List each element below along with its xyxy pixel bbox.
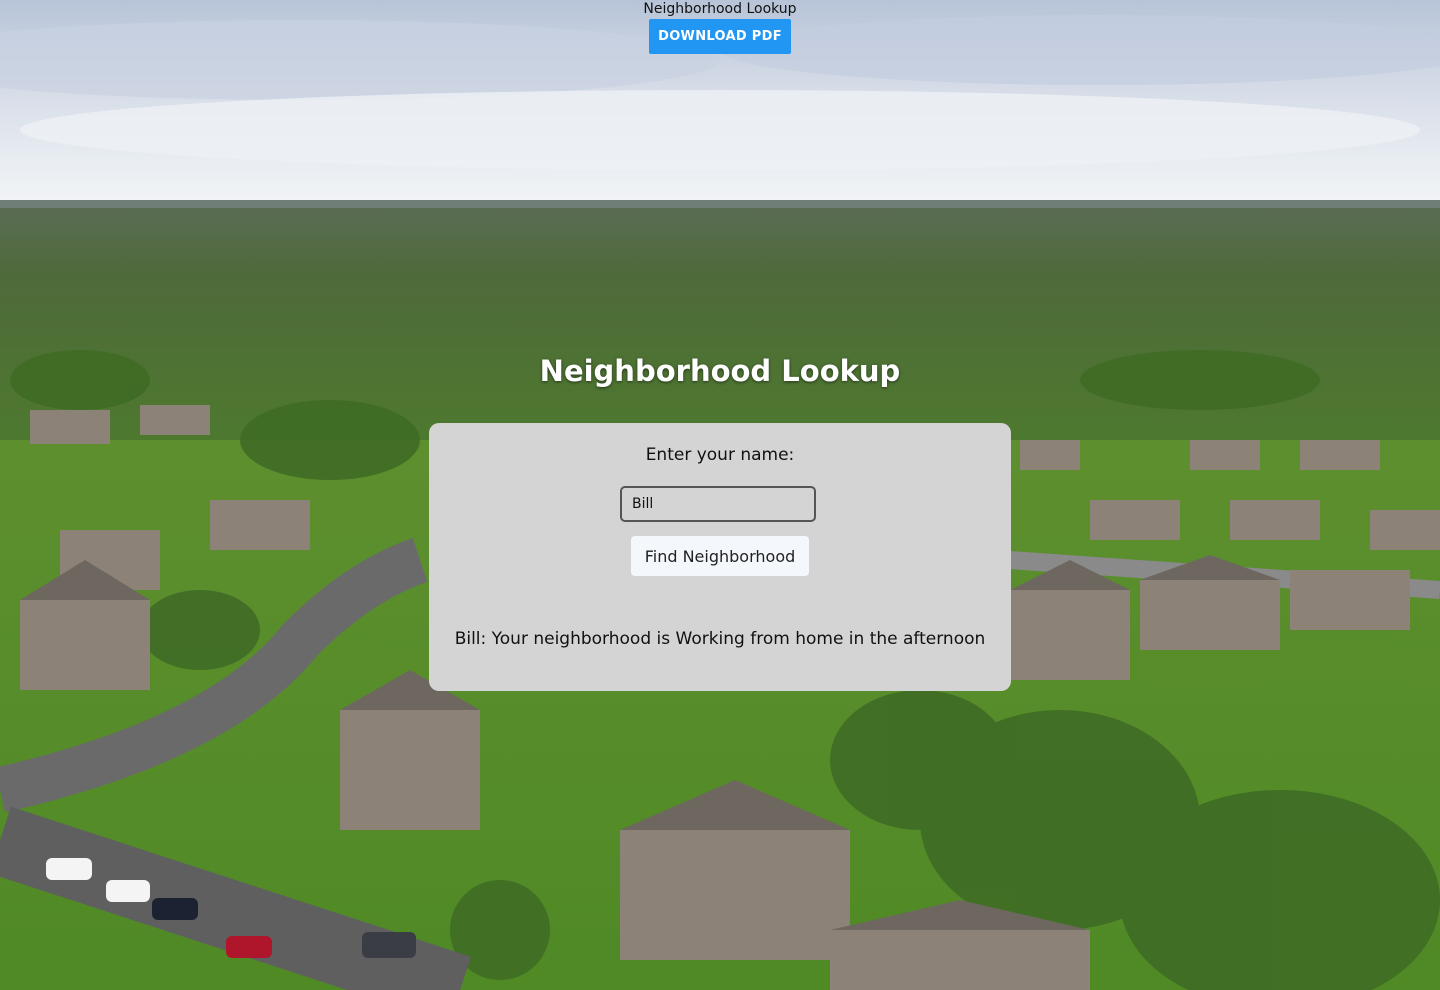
- name-prompt-label: Enter your name:: [645, 445, 795, 465]
- find-neighborhood-button[interactable]: Find Neighborhood: [631, 536, 809, 576]
- download-pdf-button[interactable]: DOWNLOAD PDF: [649, 19, 791, 54]
- result-text: Bill: Your neighborhood is Working from …: [454, 629, 986, 649]
- page: Neighborhood Lookup DOWNLOAD PDF Neighbo…: [0, 0, 1440, 990]
- hero-title: Neighborhood Lookup: [539, 354, 901, 388]
- lookup-card: Enter your name: Find Neighborhood Bill:…: [429, 423, 1011, 691]
- top-page-title: Neighborhood Lookup: [643, 1, 797, 17]
- name-input[interactable]: [620, 486, 816, 522]
